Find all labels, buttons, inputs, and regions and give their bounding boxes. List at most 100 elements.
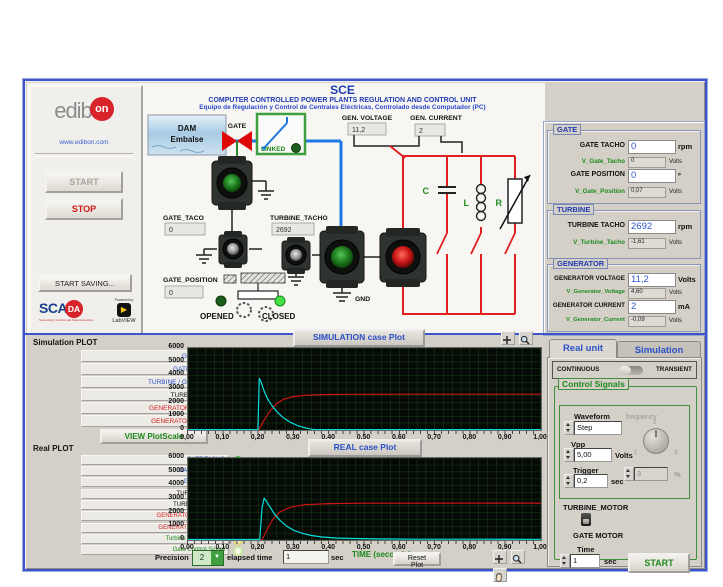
labview-icon: ▶ (117, 303, 131, 317)
turbine-tacho-value: 2692 (276, 227, 292, 234)
waveform-group: Waveform frequency Step 2 1 3 Vpp 5,00 (559, 405, 690, 499)
turbine-tacho-motor-icon (282, 237, 310, 274)
real-chart-y-axis: 6000500040003000200010000 (160, 453, 184, 535)
capacitor-icon (438, 187, 456, 193)
start-button[interactable]: START (45, 171, 123, 193)
gate-taco-value: 0 (169, 227, 173, 234)
tab-real-unit[interactable]: Real unit (549, 339, 617, 358)
turbine-motor-icon (320, 226, 364, 288)
continuous-transient-toggle[interactable] (619, 366, 643, 375)
sim-chart-plot-area (187, 347, 542, 431)
elapsed-time-field[interactable]: 1 (283, 550, 329, 564)
v-gate-position-unit: Volts (669, 189, 682, 195)
sidebar-divider (35, 153, 133, 157)
scada-tagline: Supervisory Control and Data Acquisition (39, 318, 105, 322)
generator-current-readout-unit: mA (678, 302, 690, 311)
knob-dial[interactable] (643, 428, 669, 454)
percent-value: 3 (634, 467, 668, 481)
trigger-value: 0,2 (574, 474, 608, 488)
scada-logo-circle: DA (65, 300, 83, 318)
dam-label-line2: Embalse (171, 135, 204, 144)
crosshair-tool-icon[interactable] (493, 550, 507, 564)
v-turbine-tacho-label: V_Turbine_Tacho (548, 239, 625, 246)
scada-logo: SCADA Supervisory Control and Data Acqui… (39, 300, 105, 322)
pan-tool-icon[interactable] (493, 568, 507, 582)
start-saving-button[interactable]: START SAVING... (38, 274, 132, 292)
turbine-tacho-label: TURBINE_TACHO (270, 215, 328, 222)
gen-voltage-label: GEN. VOLTAGE (342, 115, 393, 122)
dropdown-arrow-icon[interactable]: ▼ (211, 551, 223, 565)
y-tick-label: 2000 (168, 398, 184, 405)
linked-led (292, 144, 301, 153)
precision-dropdown[interactable]: 2 ▼ (192, 550, 224, 566)
time-value: 1 (570, 554, 600, 568)
trigger-unit: sec (611, 477, 624, 486)
waveform-label: Waveform (574, 412, 610, 421)
zoom-tool-icon[interactable] (511, 550, 525, 564)
y-tick-label: 3000 (168, 384, 184, 391)
plant-diagram: DAM Embalse GATE LINKED GEN. VOLTAGE 11,… (140, 81, 545, 331)
vpp-unit: Volts (615, 451, 633, 460)
precision-value: 2 (193, 551, 211, 565)
vpp-value: 5,00 (574, 448, 612, 462)
v-gate-tacho-value: 0 (628, 157, 666, 168)
gen-current-value: 2 (419, 128, 423, 135)
y-tick-label: 5000 (168, 467, 184, 474)
labview-logo: Powered by ▶ LabVIEW (109, 298, 139, 324)
transient-label: TRANSIENT (656, 366, 692, 373)
elapsed-time-label: elapsed time (227, 553, 272, 562)
percent-spinner[interactable]: 3 (624, 467, 668, 481)
v-generator-current-label: V_Generator_Current (548, 317, 625, 323)
edibon-logo: edibon (31, 97, 137, 124)
sce-application-window: edibon www.edibon.com START STOP START S… (23, 79, 707, 571)
scada-logo-text: SCA (39, 300, 67, 316)
x-tick-label: 0,70 (417, 434, 451, 441)
x-tick-label: 0,30 (276, 434, 310, 441)
spinner-arrows-icon[interactable] (560, 554, 570, 568)
spinner-arrows-icon[interactable] (564, 474, 574, 488)
v-turbine-tacho-value: -1,61 (628, 238, 666, 249)
time-spinner[interactable]: 1 (560, 554, 600, 568)
gate-motor-icon (212, 156, 252, 210)
x-tick-label: 0,80 (452, 544, 486, 551)
measurement-wires (354, 135, 462, 153)
website-link[interactable]: www.edibon.com (31, 139, 137, 146)
v-gate-tacho-label: V_Gate_Tacho (548, 158, 625, 165)
closed-label: CLOSED (262, 312, 296, 321)
vpp-spinner[interactable]: 5,00 (564, 448, 612, 462)
gate-motor-start-button[interactable]: START (628, 553, 690, 573)
y-tick-label: 6000 (168, 453, 184, 460)
tab-simulation[interactable]: Simulation (617, 341, 701, 358)
v-generator-current-unit: Volts (669, 318, 682, 324)
real-unit-tab-panel: CONTINUOUS TRANSIENT Control Signals Wav… (547, 357, 702, 567)
edibon-logo-text: edib (54, 98, 92, 123)
turbine-group-title: TURBINE (553, 204, 594, 215)
crosshair-tool-icon[interactable] (501, 331, 515, 345)
v-generator-current-value: -0,09 (628, 316, 666, 327)
spinner-arrows-icon[interactable] (624, 467, 634, 481)
trigger-spinner[interactable]: 0,2 (564, 474, 608, 488)
gen-current-label: GEN. CURRENT (410, 115, 463, 122)
stop-button[interactable]: STOP (45, 198, 123, 220)
spinner-arrows-icon[interactable] (564, 448, 574, 462)
simulation-chart: 6000500040003000200010000 0,000,100,200,… (160, 347, 550, 443)
elapsed-time-unit: sec (331, 553, 344, 562)
spinner-arrows-icon[interactable] (564, 421, 574, 435)
turbine-tacho-readout-value: 2692 (628, 220, 676, 234)
x-tick-label: 0,80 (452, 434, 486, 441)
y-tick-label: 4000 (168, 370, 184, 377)
y-tick-label: 3000 (168, 494, 184, 501)
gnd-label: GND (355, 296, 370, 303)
x-tick-label: 0,20 (241, 434, 275, 441)
reset-plot-button[interactable]: Reset Plot (393, 552, 441, 566)
zoom-tool-icon[interactable] (519, 331, 533, 345)
v-generator-voltage-unit: Volts (669, 290, 682, 296)
waveform-spinner[interactable]: Step (564, 421, 622, 435)
x-tick-label: 0,20 (241, 544, 275, 551)
linked-label: LINKED (261, 146, 286, 153)
y-tick-label: 4000 (168, 480, 184, 487)
turbine-group: TURBINE TURBINE TACHO 2692 rpm V_Turbine… (547, 210, 701, 259)
frequency-knob[interactable]: 2 1 3 (628, 420, 684, 464)
sidebar: edibon www.edibon.com START STOP START S… (29, 85, 143, 335)
turbine-motor-toggle[interactable] (581, 513, 591, 526)
